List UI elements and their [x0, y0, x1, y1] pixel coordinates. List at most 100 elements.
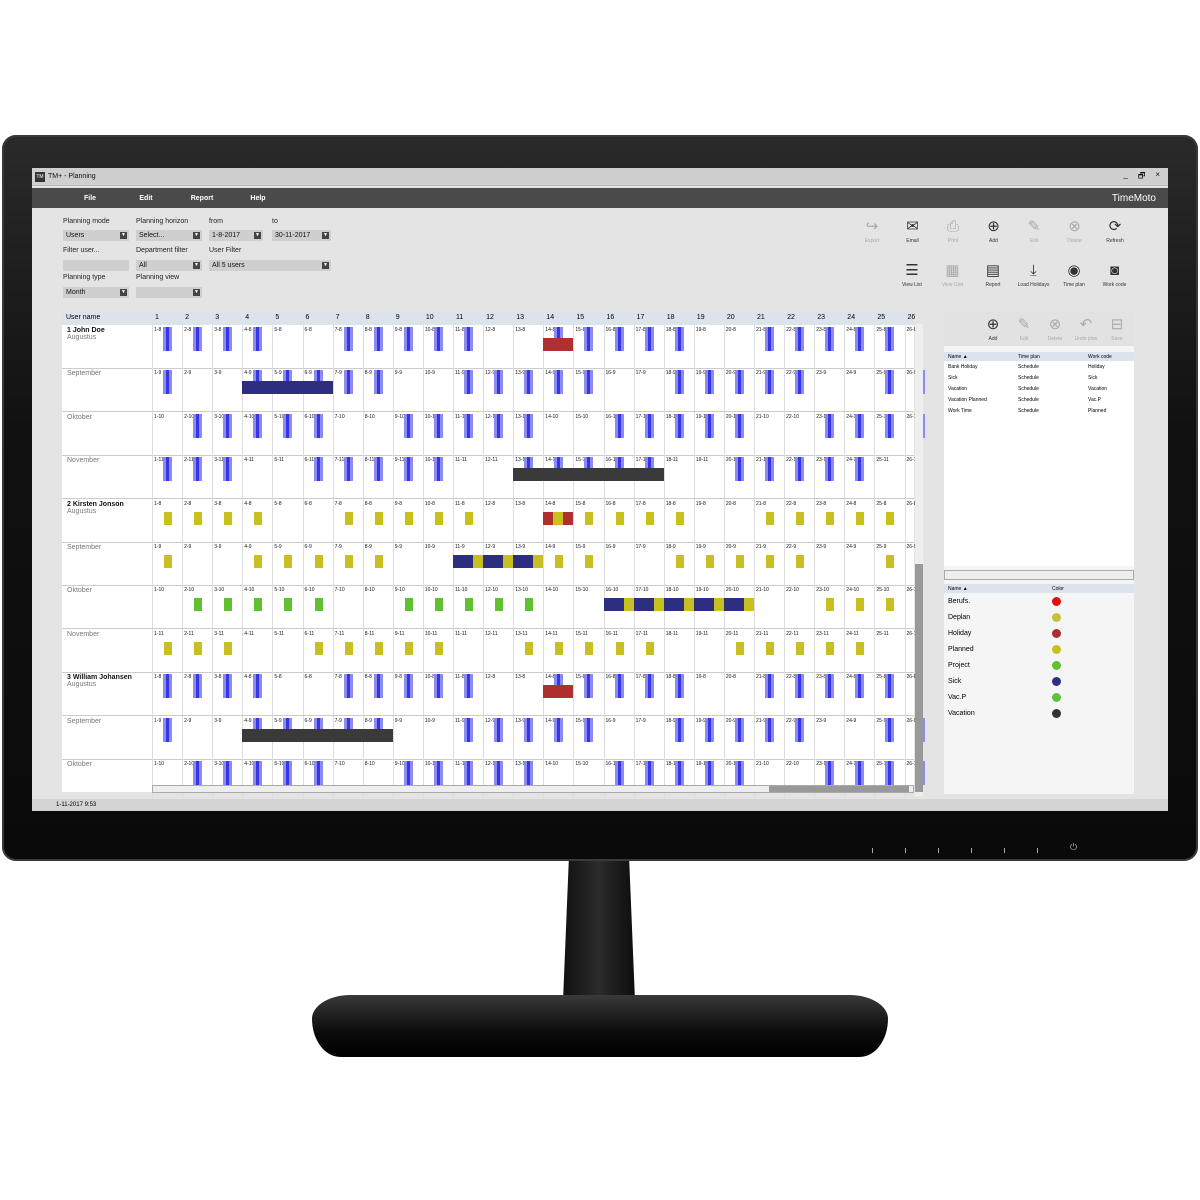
menu-file[interactable]: File [62, 195, 118, 202]
load-holidays-button[interactable]: ⤓ Load Holidays [1014, 260, 1054, 288]
absence-span[interactable] [543, 511, 574, 525]
day-cell[interactable]: 11-8 [453, 672, 484, 716]
day-cell[interactable]: 21-9 [754, 542, 785, 585]
day-cell[interactable]: 17-10 [633, 759, 665, 802]
export-button[interactable]: ↪ Export [852, 216, 892, 244]
col-work-code[interactable]: Work code [1088, 354, 1112, 360]
day-cell[interactable]: 8-11 [362, 628, 394, 672]
add-button[interactable]: ⊕ Add [974, 216, 1014, 244]
day-cell[interactable]: 10-8 [422, 672, 454, 716]
legend-item[interactable]: Project [944, 657, 1134, 673]
day-cell[interactable]: 6-10 [302, 585, 334, 629]
day-cell[interactable]: 1-8 [152, 325, 183, 368]
day-cell[interactable]: 22-11 [784, 628, 815, 672]
day-cell[interactable]: 9-11 [392, 455, 424, 499]
day-cell[interactable]: 13-9 [513, 715, 544, 759]
legend-item[interactable]: Sick [944, 673, 1134, 689]
power-icon[interactable]: ⏻ [1070, 842, 1077, 853]
monitor-button[interactable] [938, 848, 939, 853]
day-cell[interactable]: 9-8 [392, 672, 424, 716]
menu-report[interactable]: Report [174, 195, 230, 202]
table-row[interactable]: Bank Holiday Schedule Holiday [944, 361, 1134, 372]
day-cell[interactable]: 18-10 [663, 411, 695, 455]
menu-help[interactable]: Help [230, 195, 286, 202]
report-button[interactable]: ▤ Report [973, 260, 1013, 288]
day-cell[interactable]: 2-9 [182, 368, 213, 412]
vertical-scrollbar[interactable] [915, 324, 923, 796]
day-cell[interactable]: 24-10 [844, 411, 875, 455]
day-cell[interactable]: 16-8 [603, 498, 635, 542]
day-cell[interactable]: 5-10 [272, 411, 303, 455]
day-cell[interactable]: 12-10 [483, 759, 514, 802]
day-cell[interactable]: 9-10 [392, 759, 424, 802]
day-cell[interactable]: 1-10 [152, 411, 183, 455]
day-cell[interactable]: 19-9 [693, 542, 725, 585]
day-cell[interactable]: 25-8 [874, 672, 905, 716]
day-cell[interactable]: 17-9 [633, 715, 665, 759]
day-cell[interactable]: 2-8 [182, 672, 213, 716]
plan-edit-button[interactable]: ✎ Edit [1009, 314, 1039, 342]
day-cell[interactable]: 25-10 [874, 585, 905, 629]
day-cell[interactable]: 8-9 [362, 368, 394, 412]
day-cell[interactable]: 5-11 [272, 455, 303, 499]
day-cell[interactable]: 24-11 [844, 628, 875, 672]
day-cell[interactable]: 23-10 [814, 411, 845, 455]
day-cell[interactable]: 3-10 [212, 585, 243, 629]
legend-col-color[interactable]: Color [1052, 586, 1064, 592]
day-cell[interactable]: 18-11 [663, 628, 695, 672]
day-cell[interactable]: 17-9 [633, 368, 665, 412]
day-cell[interactable]: 8-10 [362, 759, 394, 802]
plan-add-button[interactable]: ⊕ Add [978, 314, 1008, 342]
day-cell[interactable]: 20-9 [723, 368, 755, 412]
day-cell[interactable]: 21-11 [754, 628, 785, 672]
day-cell[interactable]: 6-9 [302, 542, 334, 585]
day-cell[interactable]: 7-11 [332, 455, 364, 499]
close-button[interactable]: × [1155, 170, 1160, 184]
day-cell[interactable]: 18-9 [663, 715, 695, 759]
refresh-button[interactable]: ⟳ Refresh [1095, 216, 1135, 244]
to-date-picker[interactable]: 30-11-2017 ▼ [272, 230, 331, 241]
col-name[interactable]: Name ▲ [944, 354, 1018, 360]
day-cell[interactable]: 7-10 [332, 585, 364, 629]
day-cell[interactable]: 11-11 [453, 628, 484, 672]
absence-span[interactable] [513, 468, 664, 482]
day-cell[interactable]: 19-8 [693, 325, 725, 368]
day-cell[interactable]: 22-10 [784, 585, 815, 629]
day-cell[interactable]: 21-8 [754, 672, 785, 716]
delete-button[interactable]: ⊗ Delete [1055, 216, 1095, 244]
day-cell[interactable]: 15-9 [573, 715, 604, 759]
table-row[interactable]: Work Time Schedule Planned [944, 405, 1134, 416]
planning-horizon-select[interactable]: Select... ▼ [136, 230, 202, 241]
day-cell[interactable]: 18-9 [663, 368, 695, 412]
day-cell[interactable]: 24-9 [844, 542, 875, 585]
day-cell[interactable]: 1-11 [152, 628, 183, 672]
filter-user-input[interactable] [63, 260, 129, 271]
day-cell[interactable]: 7-8 [332, 498, 364, 542]
day-cell[interactable]: 17-8 [633, 325, 665, 368]
print-button[interactable]: ⎙ Print [933, 216, 973, 244]
day-cell[interactable]: 4-9 [242, 542, 273, 585]
day-cell[interactable]: 6-11 [302, 455, 334, 499]
day-cell[interactable]: 25-11 [874, 455, 905, 499]
scroll-thumb[interactable] [769, 786, 909, 792]
day-cell[interactable]: 12-9 [483, 715, 514, 759]
day-cell[interactable]: 13-8 [513, 672, 544, 716]
day-cell[interactable]: 4-10 [242, 411, 273, 455]
planning-mode-select[interactable]: Users ▼ [63, 230, 129, 241]
day-cell[interactable]: 24-8 [844, 325, 875, 368]
legend-item[interactable]: Vacation [944, 705, 1134, 721]
day-cell[interactable]: 7-10 [332, 411, 364, 455]
day-cell[interactable]: 10-8 [422, 498, 454, 542]
day-cell[interactable]: 17-8 [633, 672, 665, 716]
legend-item[interactable]: Vac.P [944, 689, 1134, 705]
day-cell[interactable]: 3-8 [212, 498, 243, 542]
day-cell[interactable]: 10-8 [422, 325, 454, 368]
absence-span[interactable] [242, 381, 333, 395]
day-cell[interactable]: 23-10 [814, 585, 845, 629]
day-cell[interactable]: 8-9 [362, 542, 394, 585]
day-cell[interactable]: 20-10 [723, 759, 755, 802]
email-button[interactable]: ✉ Email [893, 216, 933, 244]
day-cell[interactable]: 17-8 [633, 498, 665, 542]
day-cell[interactable]: 13-9 [513, 368, 544, 412]
day-cell[interactable]: 2-8 [182, 498, 213, 542]
